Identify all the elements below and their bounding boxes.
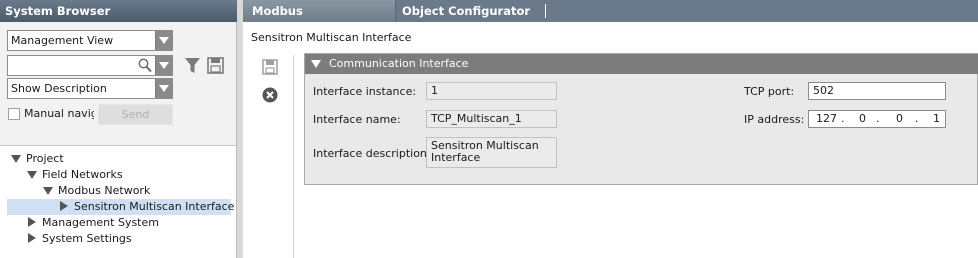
tree-item-label: Modbus Network [58, 184, 151, 197]
interface-name-label: Interface name: [313, 113, 401, 126]
manual-navigation-checkbox[interactable] [8, 108, 20, 120]
ip-octet-4[interactable]: 1 [933, 111, 940, 127]
view-select[interactable]: Management View [7, 30, 173, 51]
tab-modbus[interactable]: Modbus [243, 0, 396, 22]
tree-item-management-system[interactable]: Management System [28, 215, 159, 231]
chevron-down-icon[interactable] [155, 79, 172, 98]
ip-dot: . [876, 112, 880, 125]
description-select[interactable]: Show Description [7, 78, 173, 99]
tree-item-modbus-network[interactable]: Modbus Network [43, 183, 150, 199]
tree-item-system-settings[interactable]: System Settings [28, 231, 132, 247]
chevron-down-icon[interactable] [155, 56, 172, 75]
search-input[interactable] [7, 55, 173, 76]
save-disk-icon[interactable] [207, 57, 224, 74]
tree-item-field-networks[interactable]: Field Networks [27, 167, 123, 183]
expand-triangle-icon[interactable] [28, 217, 36, 227]
tree-item-label: Sensitron Multiscan Interface [74, 200, 235, 213]
search-icon[interactable] [138, 58, 152, 73]
cancel-icon[interactable] [262, 87, 278, 103]
interface-instance-field: 1 [426, 82, 557, 100]
ip-octet-1[interactable]: 127 [816, 111, 837, 127]
tcp-port-label: TCP port: [744, 85, 795, 98]
ip-address-input[interactable]: 127 . 0 . 0 . 1 [808, 110, 946, 128]
tree-item-sensitron-multiscan-interface[interactable]: Sensitron Multiscan Interface [60, 199, 234, 215]
ip-dot: . [915, 112, 919, 125]
tree-item-project[interactable]: Project [11, 151, 64, 167]
view-select-value: Management View [11, 34, 114, 47]
ip-octet-3[interactable]: 0 [896, 111, 903, 127]
expand-triangle-icon[interactable] [28, 233, 36, 243]
tab-object-configurator[interactable]: Object Configurator [402, 0, 542, 22]
tree-item-label: System Settings [42, 232, 132, 245]
ip-dot: . [841, 112, 845, 125]
chevron-down-icon[interactable] [155, 31, 172, 50]
interface-description-label: Interface description: [313, 147, 431, 160]
interface-instance-label: Interface instance: [313, 85, 417, 98]
tab-divider [545, 4, 546, 18]
system-browser-panel: System Browser Management View Show Desc… [0, 0, 237, 258]
tcp-port-input[interactable]: 502 [808, 82, 946, 100]
section-title: Communication Interface [329, 57, 469, 70]
system-browser-title: System Browser [0, 0, 237, 22]
ip-address-label: IP address: [744, 113, 805, 126]
content-area: Sensitron Multiscan Interface Communicat… [243, 22, 978, 258]
expand-triangle-icon[interactable] [60, 201, 68, 211]
tab-bar: Modbus Object Configurator [243, 0, 978, 22]
interface-name-field: TCP_Multiscan_1 [426, 110, 557, 128]
save-icon[interactable] [262, 59, 278, 75]
manual-navigation-label: Manual navigation [24, 107, 94, 120]
tree-item-label: Management System [42, 216, 159, 229]
collapse-triangle-icon[interactable] [311, 60, 321, 68]
tree-item-label: Field Networks [42, 168, 123, 181]
communication-interface-header[interactable]: Communication Interface [305, 54, 978, 74]
tree-item-label: Project [26, 152, 64, 165]
collapse-triangle-icon[interactable] [11, 155, 21, 163]
collapse-triangle-icon[interactable] [43, 187, 53, 195]
communication-interface-panel: Communication Interface Interface instan… [304, 53, 978, 185]
toolbar-column [251, 55, 294, 258]
system-browser-controls: Management View Show Description Manual … [0, 22, 236, 146]
interface-description-field: Sensitron Multiscan Interface [426, 137, 557, 168]
filter-icon[interactable] [184, 57, 201, 74]
page-title: Sensitron Multiscan Interface [251, 31, 412, 44]
description-select-value: Show Description [11, 82, 107, 95]
ip-octet-2[interactable]: 0 [859, 111, 866, 127]
send-button[interactable]: Send [98, 104, 173, 125]
collapse-triangle-icon[interactable] [27, 171, 37, 179]
